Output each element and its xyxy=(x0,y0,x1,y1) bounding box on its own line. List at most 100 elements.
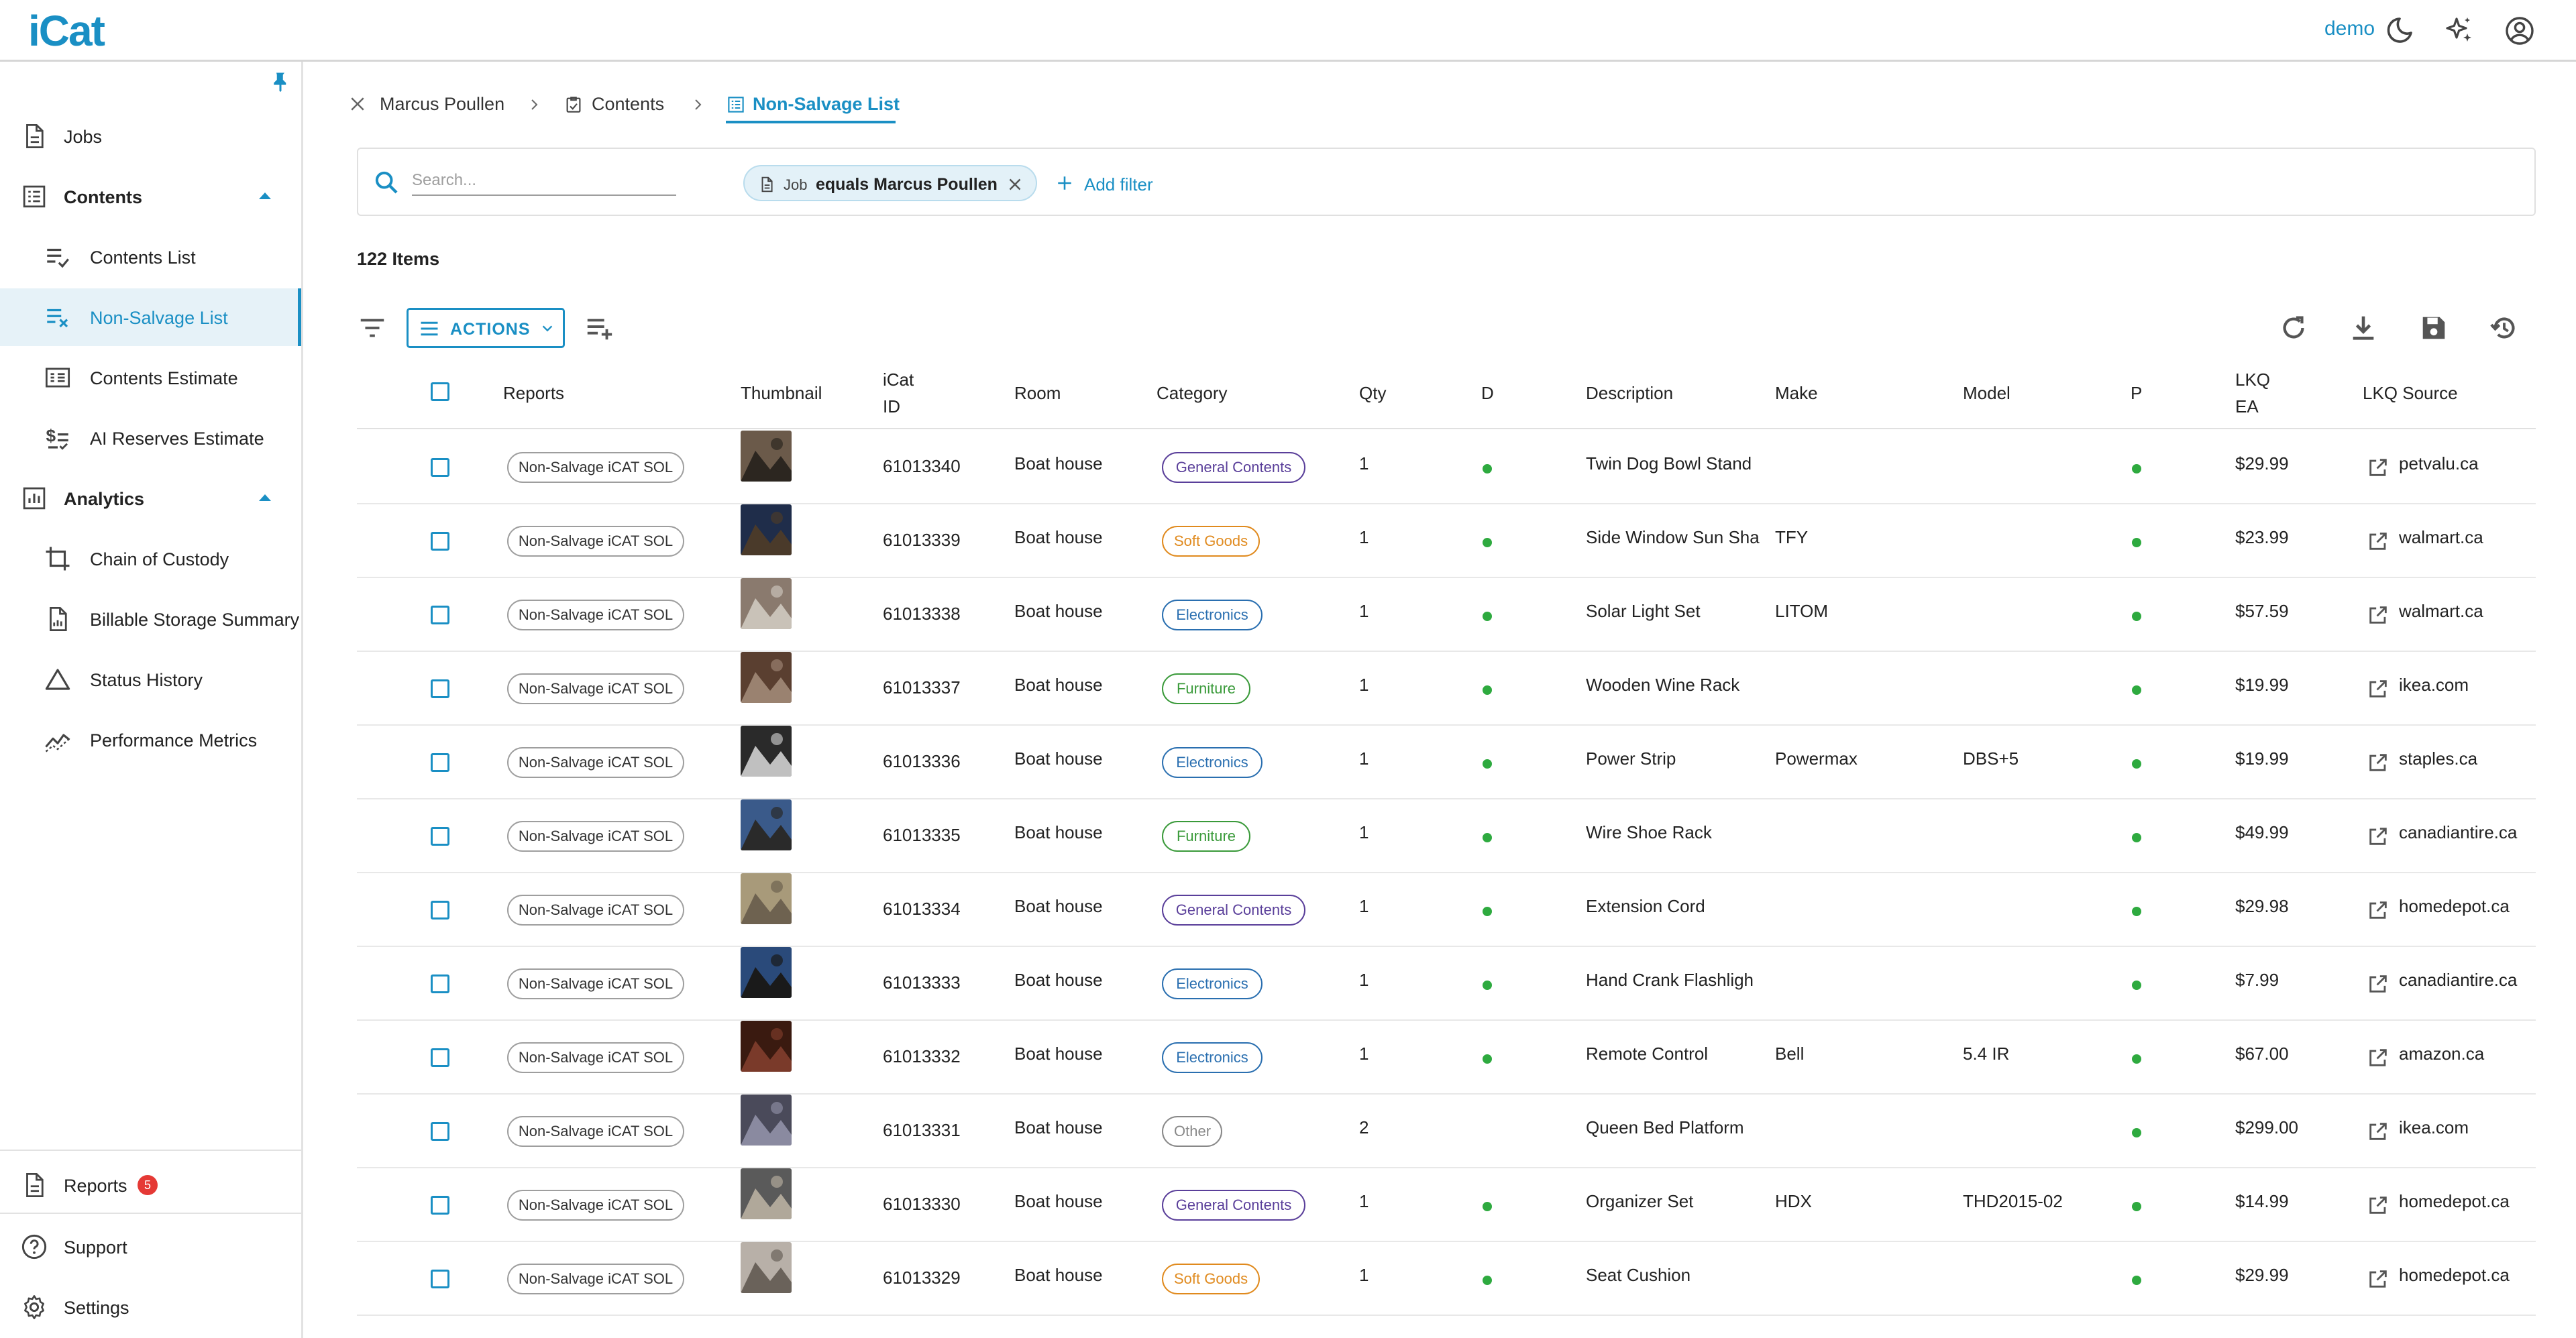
item-thumbnail[interactable] xyxy=(741,1095,792,1146)
sidebar-item-ai-reserves-estimate[interactable]: $ AI Reserves Estimate xyxy=(0,409,301,467)
row-checkbox[interactable] xyxy=(431,1196,449,1215)
filter-icon[interactable] xyxy=(357,313,388,343)
lkq-source-link[interactable]: walmart.ca xyxy=(2399,601,2533,622)
select-all-checkbox[interactable] xyxy=(431,382,449,401)
report-chip[interactable]: Non-Salvage iCAT SOL xyxy=(507,526,684,557)
table-row[interactable]: Non-Salvage iCAT SOL 61013339 Boat house So… xyxy=(357,504,2536,578)
pin-icon[interactable] xyxy=(268,68,292,95)
col-header-qty[interactable]: Qty xyxy=(1359,380,1386,406)
table-row[interactable]: Non-Salvage iCAT SOL 61013340 Boat house Ge… xyxy=(357,431,2536,504)
external-link-icon[interactable] xyxy=(2367,751,2390,774)
col-header-reports[interactable]: Reports xyxy=(503,380,564,406)
external-link-icon[interactable] xyxy=(2367,1120,2390,1143)
external-link-icon[interactable] xyxy=(2367,530,2390,553)
sidebar-item-reports[interactable]: Reports 5 xyxy=(0,1156,301,1214)
sidebar-item-performance-metrics[interactable]: Performance Metrics xyxy=(0,711,301,769)
item-thumbnail[interactable] xyxy=(741,1021,792,1072)
row-checkbox[interactable] xyxy=(431,1270,449,1288)
icat-id[interactable]: 61013339 xyxy=(883,530,961,551)
item-thumbnail[interactable] xyxy=(741,1168,792,1219)
table-row[interactable]: Non-Salvage iCAT SOL 61013334 Boat house Ge… xyxy=(357,873,2536,947)
col-header-model[interactable]: Model xyxy=(1963,380,2010,406)
row-checkbox[interactable] xyxy=(431,458,449,477)
row-checkbox[interactable] xyxy=(431,1048,449,1067)
report-chip[interactable]: Non-Salvage iCAT SOL xyxy=(507,452,684,483)
download-icon[interactable] xyxy=(2348,313,2379,343)
col-header-description[interactable]: Description xyxy=(1586,380,1673,406)
app-logo[interactable]: iCat xyxy=(27,7,141,54)
lkq-source-link[interactable]: ikea.com xyxy=(2399,1117,2533,1138)
table-row[interactable]: Non-Salvage iCAT SOL 61013330 Boat house Ge… xyxy=(357,1168,2536,1242)
col-header-room[interactable]: Room xyxy=(1014,380,1061,406)
external-link-icon[interactable] xyxy=(2367,1046,2390,1069)
lkq-source-link[interactable]: canadiantire.ca xyxy=(2399,822,2533,843)
item-thumbnail[interactable] xyxy=(741,652,792,703)
lkq-source-link[interactable]: homedepot.ca xyxy=(2399,896,2533,917)
job-filter-chip[interactable]: Job equals Marcus Poullen xyxy=(743,165,1037,201)
report-chip[interactable]: Non-Salvage iCAT SOL xyxy=(507,821,684,852)
close-icon[interactable] xyxy=(1005,174,1025,194)
collapse-caret-icon[interactable] xyxy=(259,494,271,501)
item-thumbnail[interactable] xyxy=(741,873,792,924)
lkq-source-link[interactable]: staples.ca xyxy=(2399,748,2533,769)
icat-id[interactable]: 61013332 xyxy=(883,1046,961,1067)
item-thumbnail[interactable] xyxy=(741,947,792,998)
lkq-source-link[interactable]: ikea.com xyxy=(2399,675,2533,695)
sidebar-item-support[interactable]: Support xyxy=(0,1218,301,1276)
icat-id[interactable]: 61013336 xyxy=(883,751,961,772)
sidebar-item-billable-storage-summary[interactable]: Billable Storage Summary xyxy=(0,590,301,648)
external-link-icon[interactable] xyxy=(2367,899,2390,922)
row-checkbox[interactable] xyxy=(431,532,449,551)
icat-id[interactable]: 61013330 xyxy=(883,1194,961,1215)
report-chip[interactable]: Non-Salvage iCAT SOL xyxy=(507,600,684,630)
add-column-icon[interactable] xyxy=(584,313,614,343)
report-chip[interactable]: Non-Salvage iCAT SOL xyxy=(507,1116,684,1147)
table-row[interactable]: Non-Salvage iCAT SOL 61013337 Boat house Fu… xyxy=(357,652,2536,726)
col-header-lkq-source[interactable]: LKQ Source xyxy=(2363,380,2458,406)
row-checkbox[interactable] xyxy=(431,606,449,624)
collapse-caret-icon[interactable] xyxy=(259,192,271,199)
item-thumbnail[interactable] xyxy=(741,726,792,777)
row-checkbox[interactable] xyxy=(431,1122,449,1141)
sidebar-item-non-salvage-list[interactable]: Non-Salvage List xyxy=(0,288,301,346)
user-name[interactable]: demo xyxy=(2324,17,2375,40)
row-checkbox[interactable] xyxy=(431,901,449,919)
row-checkbox[interactable] xyxy=(431,753,449,772)
icat-id[interactable]: 61013331 xyxy=(883,1120,961,1141)
row-checkbox[interactable] xyxy=(431,974,449,993)
close-icon[interactable] xyxy=(347,94,368,114)
table-row[interactable]: Non-Salvage iCAT SOL 61013338 Boat house El… xyxy=(357,578,2536,652)
report-chip[interactable]: Non-Salvage iCAT SOL xyxy=(507,1264,684,1294)
external-link-icon[interactable] xyxy=(2367,456,2390,479)
table-row[interactable]: Non-Salvage iCAT SOL 61013335 Boat house Fu… xyxy=(357,799,2536,873)
external-link-icon[interactable] xyxy=(2367,825,2390,848)
icat-id[interactable]: 61013334 xyxy=(883,899,961,919)
lkq-source-link[interactable]: walmart.ca xyxy=(2399,527,2533,548)
report-chip[interactable]: Non-Salvage iCAT SOL xyxy=(507,1042,684,1073)
report-chip[interactable]: Non-Salvage iCAT SOL xyxy=(507,1190,684,1221)
icat-id[interactable]: 61013335 xyxy=(883,825,961,846)
col-header-d[interactable]: D xyxy=(1481,380,1494,406)
external-link-icon[interactable] xyxy=(2367,1194,2390,1217)
sidebar-item-contents-estimate[interactable]: Contents Estimate xyxy=(0,349,301,406)
item-thumbnail[interactable] xyxy=(741,1242,792,1293)
col-header-icat-id[interactable]: iCat ID xyxy=(883,366,914,420)
lkq-source-link[interactable]: homedepot.ca xyxy=(2399,1265,2533,1286)
col-header-category[interactable]: Category xyxy=(1157,380,1228,406)
item-thumbnail[interactable] xyxy=(741,431,792,482)
report-chip[interactable]: Non-Salvage iCAT SOL xyxy=(507,747,684,778)
sparkle-icon[interactable] xyxy=(2443,15,2475,47)
icat-id[interactable]: 61013333 xyxy=(883,972,961,993)
table-row[interactable]: Non-Salvage iCAT SOL 61013331 Boat house Ot… xyxy=(357,1095,2536,1168)
icat-id[interactable]: 61013338 xyxy=(883,604,961,624)
breadcrumb-current[interactable]: Non-Salvage List xyxy=(753,94,900,115)
external-link-icon[interactable] xyxy=(2367,604,2390,626)
table-row[interactable]: Non-Salvage iCAT SOL 61013336 Boat house El… xyxy=(357,726,2536,799)
col-header-lkq-ea[interactable]: LKQ EA xyxy=(2235,366,2270,420)
sidebar-item-jobs[interactable]: Jobs xyxy=(0,107,301,165)
report-chip[interactable]: Non-Salvage iCAT SOL xyxy=(507,673,684,704)
refresh-icon[interactable] xyxy=(2278,313,2309,343)
search-input[interactable] xyxy=(412,166,676,196)
col-header-thumbnail[interactable]: Thumbnail xyxy=(741,380,822,406)
save-icon[interactable] xyxy=(2418,313,2449,343)
